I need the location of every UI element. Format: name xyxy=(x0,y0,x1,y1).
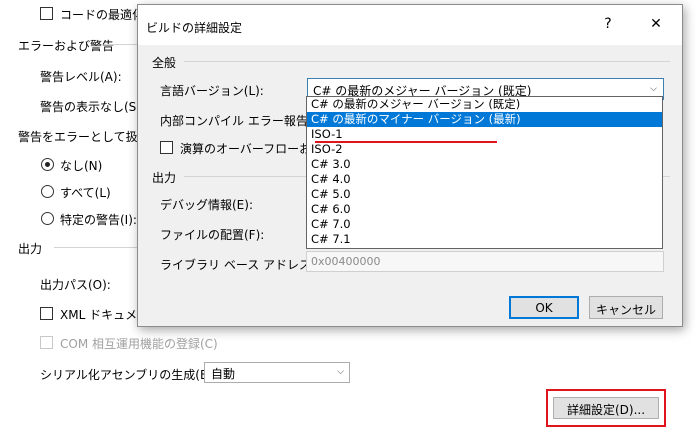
suppress-warnings-label: 警告の表示なし(S): xyxy=(40,100,146,114)
dialog-title: ビルドの詳細設定 xyxy=(146,21,243,35)
cancel-button[interactable]: キャンセル xyxy=(589,296,663,319)
dropdown-option[interactable]: C# の最新のマイナー バージョン (最新) xyxy=(307,112,662,127)
dropdown-option[interactable]: C# 7.1 xyxy=(307,232,662,247)
radio-all-label: すべて(L) xyxy=(60,186,111,200)
annotation-underline xyxy=(315,141,497,143)
dropdown-option[interactable]: C# 6.0 xyxy=(307,202,662,217)
serialization-value: 自動 xyxy=(211,367,236,381)
optimize-code-checkbox[interactable] xyxy=(40,7,53,20)
internal-compiler-error-label: 内部コンパイル エラー報告(I): xyxy=(160,114,325,128)
output-path-label: 出力パス(O): xyxy=(40,278,111,292)
radio-specific-label: 特定の警告(I): xyxy=(60,213,137,227)
lang-version-label: 言語バージョン(L): xyxy=(160,84,264,98)
treat-warnings-heading: 警告をエラーとして扱う xyxy=(18,130,150,144)
close-button[interactable]: ✕ xyxy=(640,13,672,37)
xml-doc-checkbox[interactable] xyxy=(40,307,53,320)
dropdown-option[interactable]: C# 4.0 xyxy=(307,172,662,187)
dll-base-address-input[interactable]: 0x00400000 xyxy=(306,251,664,272)
serialization-select[interactable]: 自動 ⌵ xyxy=(204,362,350,383)
group-divider xyxy=(184,61,670,62)
ok-button[interactable]: OK xyxy=(509,296,579,319)
dropdown-option[interactable]: C# の最新のメジャー バージョン (既定) xyxy=(307,97,662,112)
radio-none-label: なし(N) xyxy=(60,159,103,173)
lang-version-dropdown-list: C# の最新のメジャー バージョン (既定) C# の最新のマイナー バージョン… xyxy=(306,96,663,249)
advanced-settings-button[interactable]: 詳細設定(D)... xyxy=(553,397,659,419)
dropdown-option[interactable]: ISO-1 xyxy=(307,127,662,142)
dropdown-option[interactable]: C# 7.0 xyxy=(307,217,662,232)
section-divider xyxy=(104,44,138,45)
output-group-title: 出力 xyxy=(152,171,177,185)
chevron-down-icon: ⌵ xyxy=(337,367,344,377)
chevron-down-icon: ⌵ xyxy=(650,84,657,94)
overflow-checkbox[interactable] xyxy=(160,141,173,154)
serialization-label: シリアル化アセンブリの生成(E): xyxy=(40,368,217,382)
general-group-title: 全般 xyxy=(152,56,177,70)
dropdown-option[interactable]: C# 5.0 xyxy=(307,187,662,202)
com-interop-checkbox[interactable] xyxy=(40,336,53,349)
dropdown-option[interactable]: C# 3.0 xyxy=(307,157,662,172)
dialog-titlebar: ビルドの詳細設定 ? ✕ xyxy=(138,5,682,45)
warning-level-label: 警告レベル(A): xyxy=(40,70,122,84)
debug-info-label: デバッグ情報(E): xyxy=(160,198,253,212)
file-alignment-label: ファイルの配置(F): xyxy=(160,228,265,242)
dropdown-option[interactable]: ISO-2 xyxy=(307,142,662,157)
errors-warnings-heading: エラーおよび警告 xyxy=(18,39,115,53)
radio-all[interactable] xyxy=(41,185,54,198)
section-divider xyxy=(54,247,138,248)
com-interop-label: COM 相互運用機能の登録(C) xyxy=(60,337,218,351)
help-button[interactable]: ? xyxy=(592,13,624,37)
output-heading: 出力 xyxy=(18,242,43,256)
radio-specific[interactable] xyxy=(41,212,54,225)
radio-none[interactable] xyxy=(41,158,54,171)
